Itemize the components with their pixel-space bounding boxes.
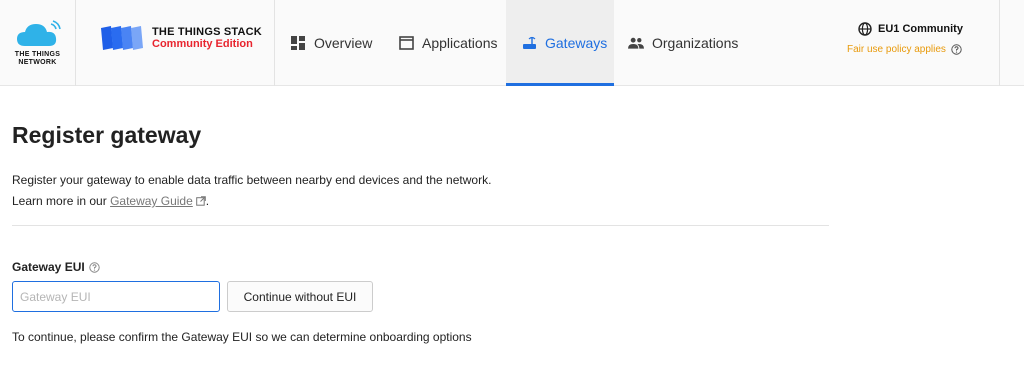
- region-name-label: EU1 Community: [878, 23, 963, 35]
- gateway-eui-input[interactable]: [12, 281, 220, 312]
- stack-cards-icon: [101, 26, 143, 50]
- nav-gateways[interactable]: Gateways: [506, 0, 614, 86]
- nav-overview-label: Overview: [314, 35, 373, 51]
- onboarding-hint: To continue, please confirm the Gateway …: [12, 330, 472, 344]
- stack-edition: Community Edition: [152, 38, 253, 50]
- description-line-2: Learn more in our Gateway Guide.: [12, 191, 491, 213]
- region-name: EU1 Community: [858, 22, 963, 36]
- window-icon: [398, 35, 414, 51]
- dashboard-icon: [290, 35, 306, 51]
- gateway-eui-label: Gateway EUI: [12, 260, 100, 274]
- nav-organizations[interactable]: Organizations: [614, 0, 754, 86]
- description-line-1: Register your gateway to enable data tra…: [12, 173, 492, 187]
- continue-without-eui-button[interactable]: Continue without EUI: [227, 281, 373, 312]
- things-stack-logo[interactable]: THE THINGS STACK Community Edition: [76, 0, 275, 86]
- help-circle-icon[interactable]: [89, 261, 100, 273]
- fair-use-label: Fair use policy applies: [847, 44, 946, 55]
- help-circle-icon: [951, 44, 962, 55]
- ttn-logo[interactable]: THE THINGS NETWORK: [0, 0, 76, 86]
- router-icon: [521, 35, 537, 51]
- gateway-guide-link[interactable]: Gateway Guide: [110, 194, 193, 208]
- nav-organizations-label: Organizations: [652, 35, 739, 51]
- description-prefix: Learn more in our: [12, 194, 107, 208]
- nav-applications-label: Applications: [422, 35, 498, 51]
- region-selector[interactable]: EU1 Community Fair use policy applies: [840, 0, 1000, 86]
- description-suffix: .: [205, 194, 210, 208]
- nav-overview[interactable]: Overview: [275, 0, 383, 86]
- ttn-logo-text: THE THINGS NETWORK: [15, 51, 60, 67]
- section-divider: [12, 225, 829, 226]
- gateway-eui-label-text: Gateway EUI: [12, 260, 85, 274]
- external-link-icon: [195, 192, 206, 213]
- ttn-logo-line1: THE THINGS: [14, 50, 61, 58]
- nav-gateways-label: Gateways: [545, 35, 608, 51]
- top-header: THE THINGS NETWORK THE THINGS STACK Comm…: [0, 0, 1024, 86]
- ttn-logo-line2: NETWORK: [18, 58, 57, 66]
- active-tab-indicator: [506, 83, 614, 86]
- page-description: Register your gateway to enable data tra…: [12, 170, 491, 213]
- fair-use-note[interactable]: Fair use policy applies: [847, 44, 962, 55]
- globe-icon: [858, 22, 872, 36]
- cloud-icon: [16, 19, 61, 46]
- page-title: Register gateway: [12, 122, 202, 148]
- stack-title: THE THINGS STACK: [152, 26, 262, 38]
- people-icon: [628, 35, 644, 51]
- nav-applications[interactable]: Applications: [383, 0, 506, 86]
